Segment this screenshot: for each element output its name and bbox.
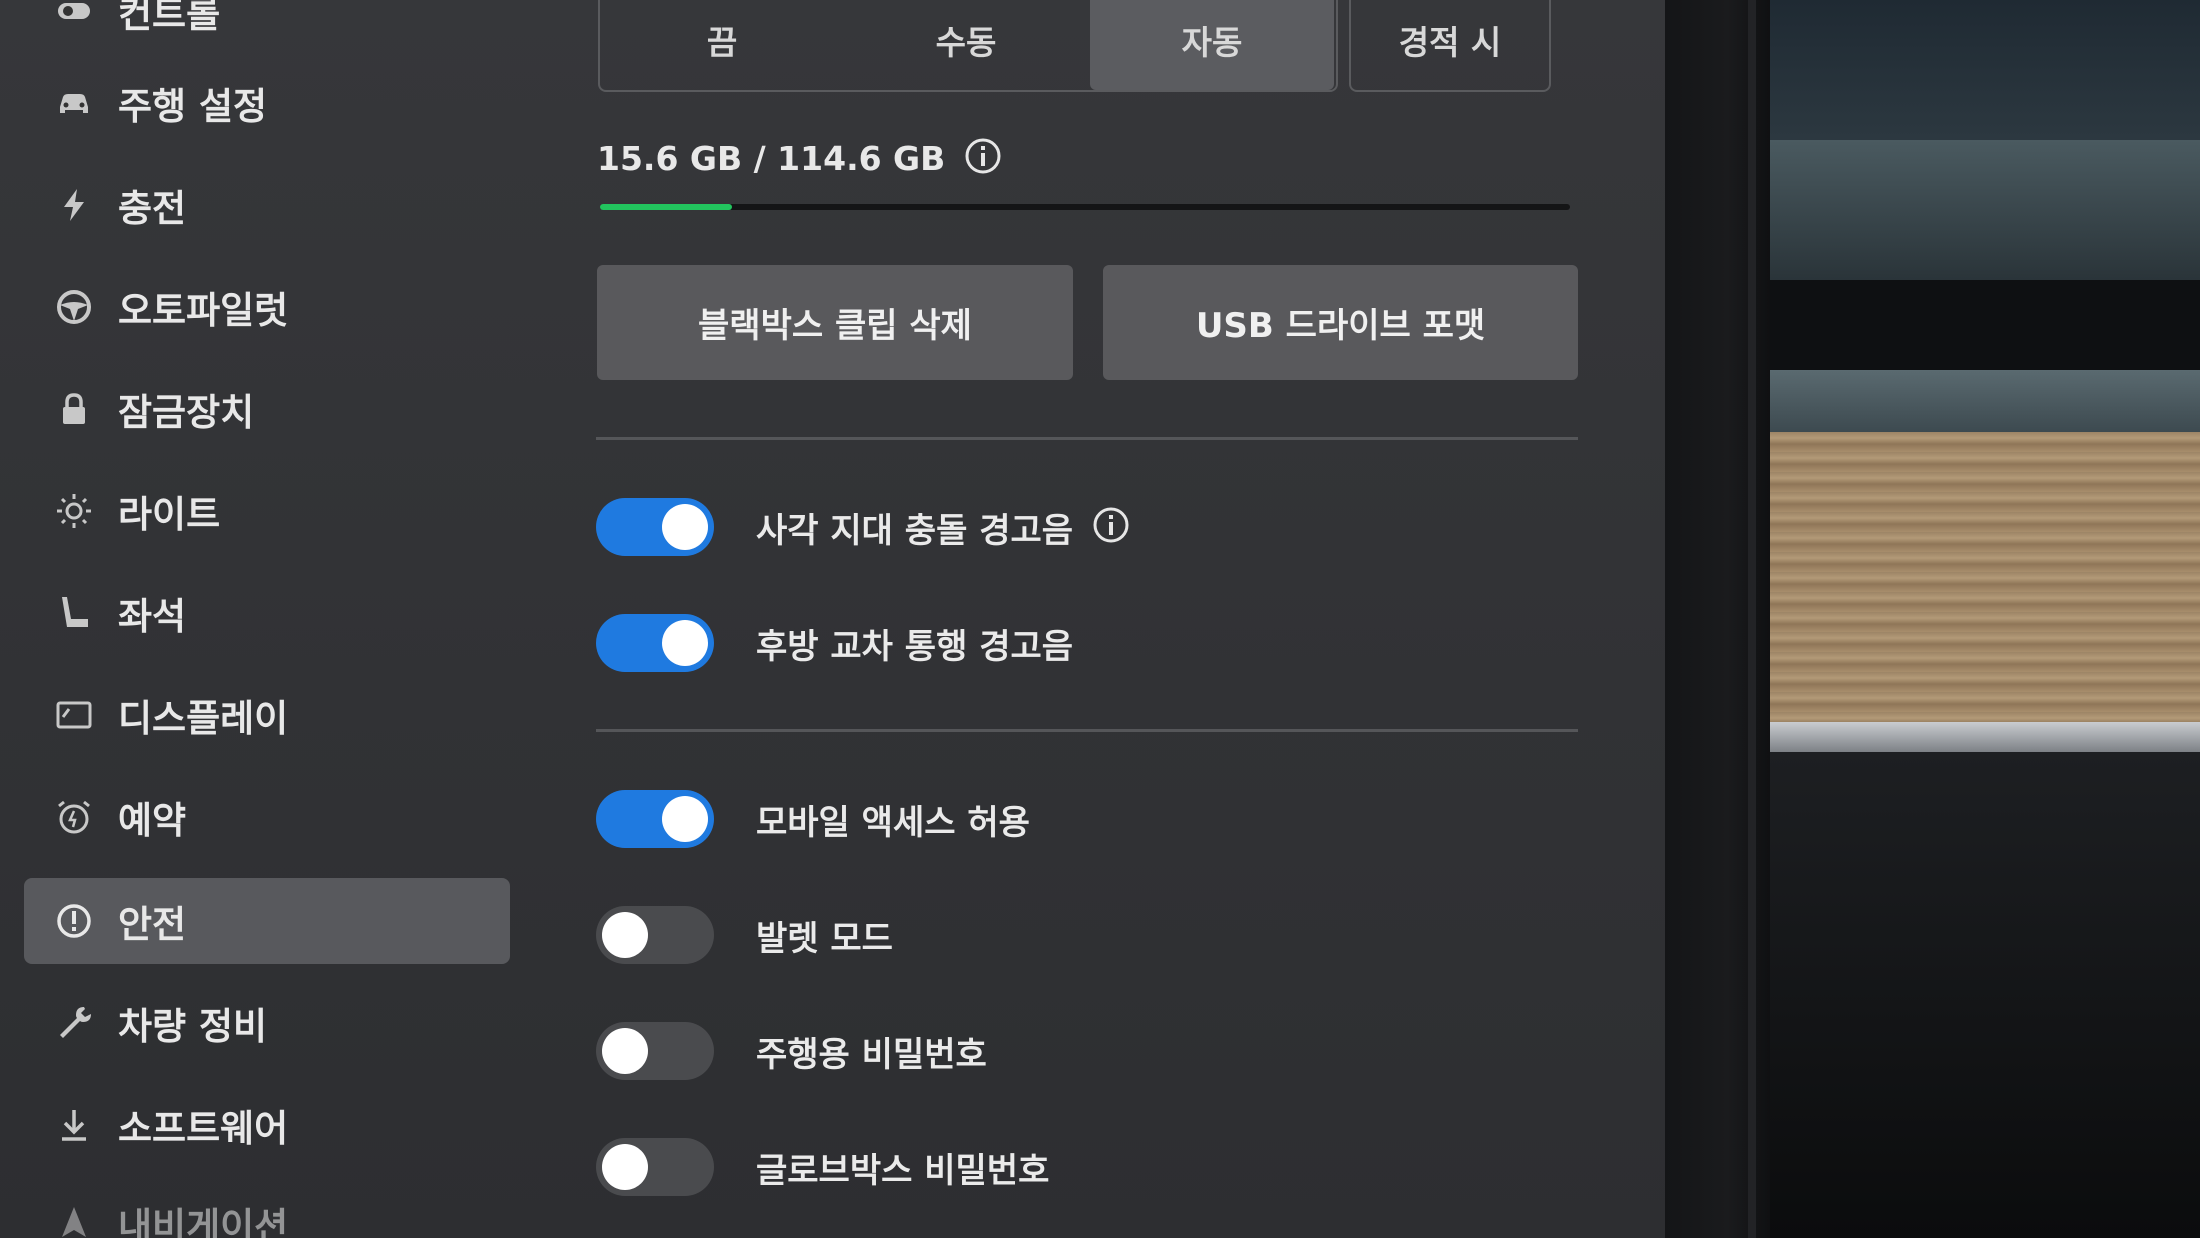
settings-screen: 컨트롤 주행 설정 충전 오토파일럿 잠금장치 라이트 좌석 디스플레이 예약 … <box>0 0 1665 1238</box>
sidebar-item-label: 디스플레이 <box>118 697 289 740</box>
mobile-access-toggle[interactable] <box>596 790 714 848</box>
sidebar-item-controls[interactable]: 컨트롤 <box>24 0 510 54</box>
download-icon <box>52 1103 96 1147</box>
sidebar-item-label: 충전 <box>118 187 187 230</box>
glovebox-pin-toggle[interactable] <box>596 1138 714 1196</box>
storage-usage: 15.6 GB / 114.6 GB <box>597 136 1003 180</box>
sun-icon <box>52 489 96 533</box>
toggle-knob <box>602 1144 648 1190</box>
dashcam-option-auto[interactable]: 자동 <box>1090 0 1334 90</box>
dashcam-option-manual[interactable]: 수동 <box>844 0 1088 90</box>
sidebar-item-label: 좌석 <box>118 595 187 638</box>
toggle-knob <box>602 1028 648 1074</box>
seat-icon <box>52 591 96 635</box>
toggle-label: 사각 지대 충돌 경고음 <box>756 510 1074 551</box>
sidebar-item-locks[interactable]: 잠금장치 <box>24 366 510 452</box>
info-icon[interactable] <box>1091 505 1131 549</box>
toggle-label: 후방 교차 통행 경고음 <box>756 626 1074 667</box>
alarm-clock-icon <box>52 795 96 839</box>
navigation-icon <box>52 1201 96 1238</box>
toggle-row-blind-spot-chime: 사각 지대 충돌 경고음 <box>596 498 1131 556</box>
toggle-knob <box>662 796 708 842</box>
sidebar-item-label: 주행 설정 <box>118 85 268 128</box>
sidebar-item-label: 소프트웨어 <box>118 1107 289 1150</box>
sidebar-item-charging[interactable]: 충전 <box>24 162 510 248</box>
sidebar-item-label: 잠금장치 <box>118 391 255 434</box>
bezel-edge <box>1748 0 1756 1238</box>
dashcam-mode-selector: 끔 수동 자동 <box>598 0 1338 92</box>
valet-mode-toggle[interactable] <box>596 906 714 964</box>
sidebar-item-label: 컨트롤 <box>118 0 221 36</box>
toggle-knob <box>662 620 708 666</box>
sidebar-item-label: 안전 <box>118 903 187 946</box>
sidebar-item-navigation[interactable]: 내비게이션 <box>24 1180 510 1238</box>
storage-progress-fill <box>600 204 732 210</box>
sidebar-item-software[interactable]: 소프트웨어 <box>24 1082 510 1168</box>
sidebar-item-label: 차량 정비 <box>118 1005 268 1048</box>
cabin-background <box>1770 0 2200 1238</box>
display-icon <box>52 693 96 737</box>
toggle-knob <box>602 912 648 958</box>
toggle-row-valet-mode: 발렛 모드 <box>596 906 893 964</box>
rear-cross-traffic-chime-toggle[interactable] <box>596 614 714 672</box>
toggle-label: 글로브박스 비밀번호 <box>756 1150 1050 1191</box>
delete-dashcam-clips-button[interactable]: 블랙박스 클립 삭제 <box>597 265 1073 380</box>
sidebar-item-lights[interactable]: 라이트 <box>24 468 510 554</box>
toggle-label: 모바일 액세스 허용 <box>756 802 1030 843</box>
divider <box>596 437 1578 440</box>
toggle-label: 발렛 모드 <box>756 918 893 959</box>
toggle-label: 주행용 비밀번호 <box>756 1034 987 1075</box>
sidebar: 컨트롤 주행 설정 충전 오토파일럿 잠금장치 라이트 좌석 디스플레이 예약 … <box>0 0 540 1238</box>
sidebar-item-safety[interactable]: 안전 <box>24 878 510 964</box>
wrench-icon <box>52 1001 96 1045</box>
format-usb-button[interactable]: USB 드라이브 포맷 <box>1103 265 1578 380</box>
sidebar-item-display[interactable]: 디스플레이 <box>24 672 510 758</box>
dashcam-option-on-honk[interactable]: 경적 시 <box>1349 0 1551 92</box>
sidebar-item-label: 오토파일럿 <box>118 289 289 332</box>
sidebar-item-autopilot[interactable]: 오토파일럿 <box>24 264 510 350</box>
sidebar-item-label: 라이트 <box>118 493 221 536</box>
toggle-row-mobile-access: 모바일 액세스 허용 <box>596 790 1030 848</box>
info-icon[interactable] <box>963 136 1003 180</box>
toggle-row-pin-to-drive: 주행용 비밀번호 <box>596 1022 987 1080</box>
lightning-icon <box>52 183 96 227</box>
sidebar-item-service[interactable]: 차량 정비 <box>24 980 510 1066</box>
toggle-row-glovebox-pin: 글로브박스 비밀번호 <box>596 1138 1049 1196</box>
sidebar-item-label: 예약 <box>118 799 187 842</box>
steering-wheel-icon <box>52 285 96 329</box>
alert-circle-icon <box>52 899 96 943</box>
divider <box>596 729 1578 732</box>
sidebar-item-driving[interactable]: 주행 설정 <box>24 60 510 146</box>
toggle-knob <box>662 504 708 550</box>
toggle-row-rear-cross-traffic-chime: 후방 교차 통행 경고음 <box>596 614 1073 672</box>
blind-spot-chime-toggle[interactable] <box>596 498 714 556</box>
sidebar-item-label: 내비게이션 <box>118 1205 289 1238</box>
pin-to-drive-toggle[interactable] <box>596 1022 714 1080</box>
storage-progress-bar <box>600 204 1570 210</box>
lock-icon <box>52 387 96 431</box>
toggle-icon <box>52 0 96 33</box>
sidebar-item-schedule[interactable]: 예약 <box>24 774 510 860</box>
dashcam-option-off[interactable]: 끔 <box>600 0 844 90</box>
sidebar-item-seats[interactable]: 좌석 <box>24 570 510 656</box>
car-icon <box>52 81 96 125</box>
storage-text: 15.6 GB / 114.6 GB <box>597 138 946 178</box>
